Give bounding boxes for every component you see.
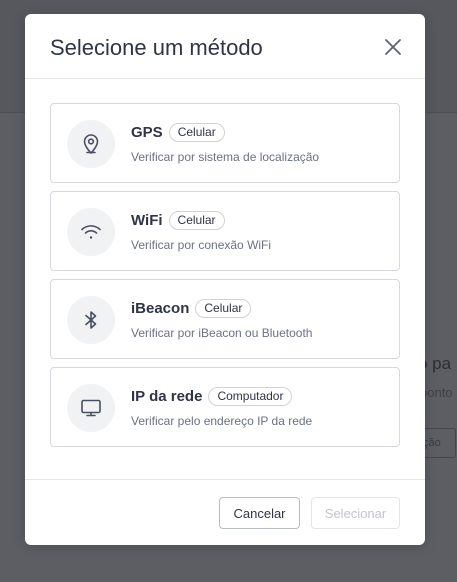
close-button[interactable] [383,37,403,57]
option-title-row: WiFi Celular [131,211,225,230]
option-description: Verificar por iBeacon ou Bluetooth [131,326,313,340]
option-ibeacon[interactable]: iBeacon Celular Verificar por iBeacon ou… [50,279,400,359]
option-icon-wrap [67,384,115,432]
option-gps[interactable]: GPS Celular Verificar por sistema de loc… [50,103,400,183]
option-description: Verificar por conexão WiFi [131,238,272,252]
device-badge: Celular [168,211,225,230]
option-title-row: GPS Celular [131,123,225,142]
modal-footer: Cancelar Selecionar [25,479,425,545]
option-title: IP da rede [131,388,203,405]
option-wifi[interactable]: WiFi Celular Verificar por conexão WiFi [50,191,400,271]
close-icon [385,39,401,55]
option-icon-wrap [67,208,115,256]
option-title: WiFi [131,212,163,229]
device-badge: Computador [208,387,293,406]
option-title-row: iBeacon Celular [131,299,252,318]
bluetooth-icon [85,311,97,329]
method-options: GPS Celular Verificar por sistema de loc… [50,103,400,455]
select-method-modal: Selecione um método GPS Celular Verifica… [25,14,425,545]
device-badge: Celular [195,299,252,318]
wifi-icon [81,225,101,239]
modal-title: Selecione um método [50,35,263,60]
option-network-ip[interactable]: IP da rede Computador Verificar pelo end… [50,367,400,447]
select-button[interactable]: Selecionar [311,497,400,529]
option-title-row: IP da rede Computador [131,387,293,406]
modal-header: Selecione um método [25,14,425,79]
option-icon-wrap [67,120,115,168]
option-description: Verificar pelo endereço IP da rede [131,414,313,428]
cancel-button[interactable]: Cancelar [219,497,300,529]
option-icon-wrap [67,296,115,344]
option-description: Verificar por sistema de localização [131,150,320,164]
option-title: GPS [131,124,163,141]
monitor-icon [81,399,101,417]
device-badge: Celular [168,123,225,142]
option-title: iBeacon [131,300,190,317]
location-pin-icon [83,134,99,154]
